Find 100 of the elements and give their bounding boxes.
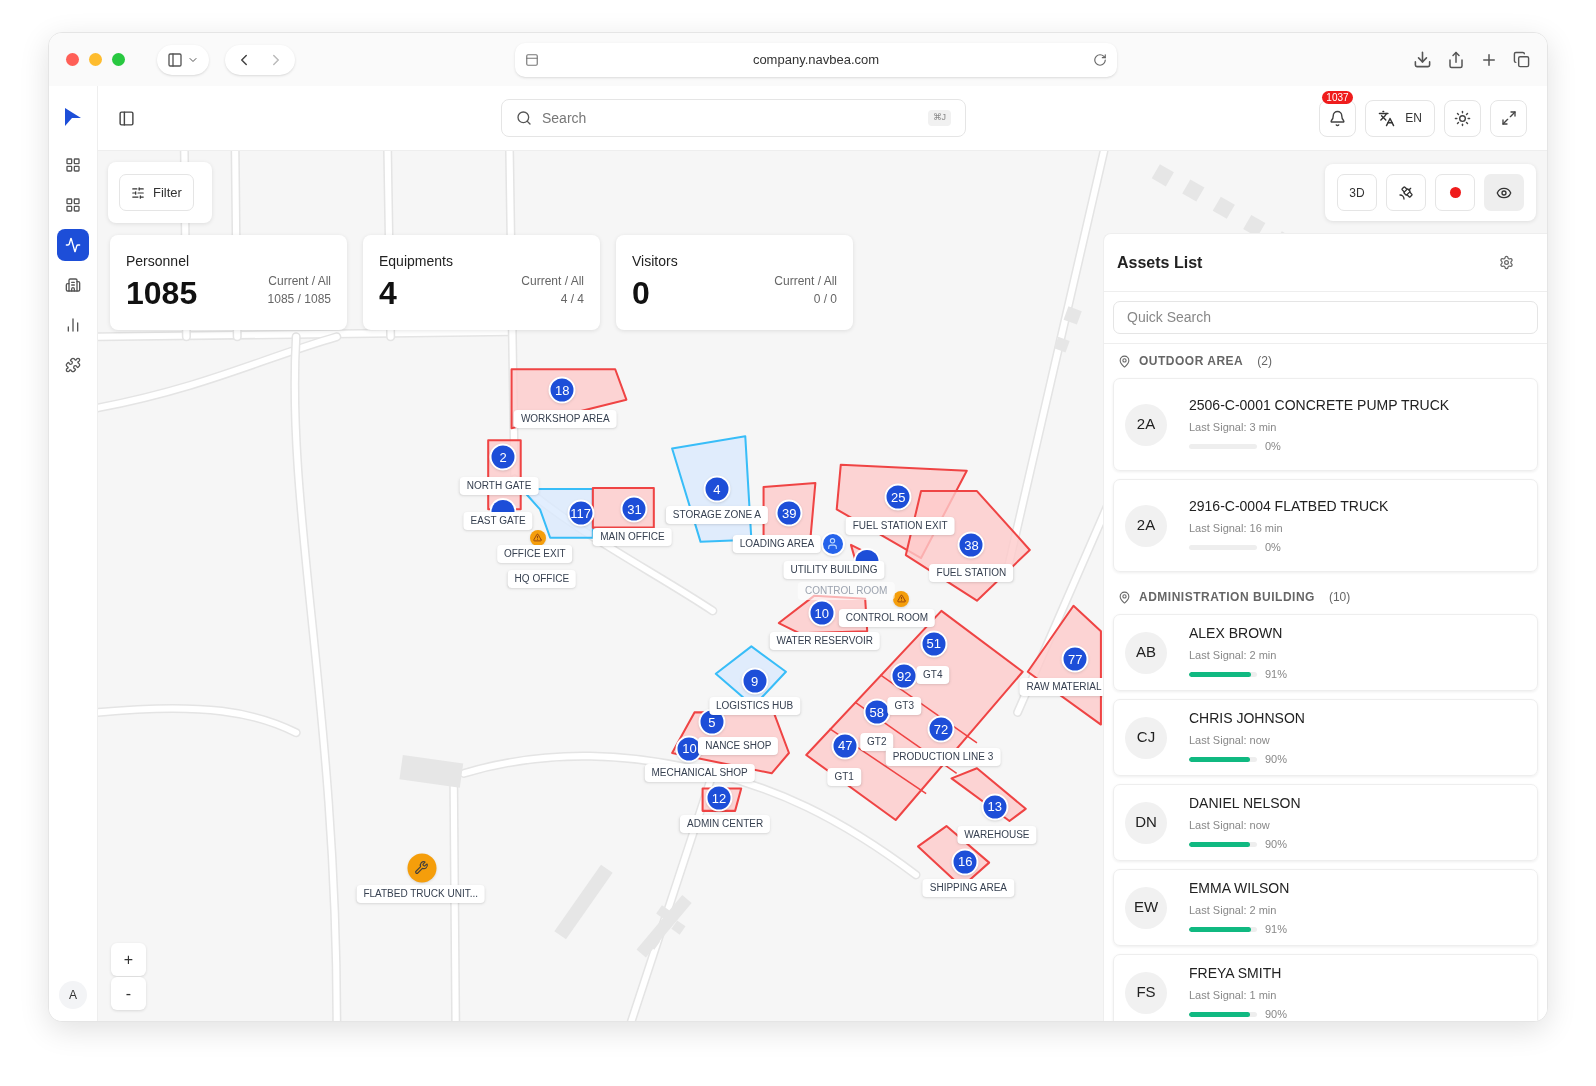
- asset-card[interactable]: 2A 2506-C-0001 CONCRETE PUMP TRUCK Last Signal: 3 min 0%: [1113, 378, 1538, 471]
- last-signal: Last Signal: 16 min: [1189, 520, 1284, 536]
- sidebar-toggle-button[interactable]: [157, 44, 209, 75]
- asset-avatar: AB: [1125, 631, 1167, 674]
- nav-icon: [65, 317, 81, 333]
- stat-ratio: 0 / 0: [813, 291, 837, 308]
- signal-percent: 90%: [1265, 752, 1288, 767]
- zone-label: GT1: [827, 768, 861, 787]
- sidebar-icon: [167, 51, 183, 68]
- map-control-button[interactable]: [1386, 174, 1426, 211]
- stat-value: 1085: [126, 274, 198, 312]
- asset-card[interactable]: 2A 2916-C-0004 FLATBED TRUCK Last Signal: 16 min 0%: [1113, 479, 1538, 572]
- signal-percent: 90%: [1265, 1007, 1288, 1021]
- nav-icon: [65, 357, 81, 373]
- search-placeholder: Search: [542, 108, 588, 128]
- group-count: (10): [1328, 589, 1351, 606]
- asset-name: CHRIS JOHNSON: [1189, 708, 1305, 728]
- url-text: company.navbea.com: [751, 50, 881, 69]
- sliders-icon: [131, 185, 145, 200]
- sun-icon: [1454, 109, 1471, 127]
- asset-name: FREYA SMITH: [1189, 963, 1283, 983]
- zone-label: WAREHOUSE: [957, 826, 1037, 845]
- asset-avatar: FS: [1125, 971, 1167, 1014]
- asset-avatar: 2A: [1125, 504, 1167, 547]
- wrench-icon: [414, 860, 429, 875]
- group-name: ADMINISTRATION BUILDING: [1139, 589, 1315, 606]
- asset-card[interactable]: DN DANIEL NELSON Last Signal: now 90%: [1113, 784, 1538, 861]
- asset-name: 2506-C-0001 CONCRETE PUMP TRUCK: [1189, 395, 1450, 415]
- asset-avatar: EW: [1125, 886, 1167, 929]
- panel-title: Assets List: [1117, 252, 1203, 273]
- asset-name: DANIEL NELSON: [1189, 793, 1301, 813]
- stat-title: Equipments: [379, 252, 454, 271]
- share-icon[interactable]: [1447, 50, 1465, 69]
- sidebar-toggle-icon[interactable]: [118, 109, 135, 127]
- warning-icon: [896, 594, 906, 604]
- search-field[interactable]: Search ⌘J: [501, 99, 966, 137]
- stat-title: Visitors: [632, 252, 679, 271]
- nav-icon: [65, 197, 81, 213]
- signal-percent: 0%: [1265, 540, 1281, 555]
- last-signal: Last Signal: 3 min: [1189, 419, 1278, 435]
- shortcut-hint: ⌘J: [927, 110, 951, 126]
- nav-icon: [65, 157, 81, 173]
- asset-name: 2916-C-0004 FLATBED TRUCK: [1189, 496, 1389, 516]
- filter-button[interactable]: Filter: [119, 174, 194, 211]
- tabs-icon[interactable]: [1513, 51, 1530, 68]
- quick-search-field[interactable]: Quick Search: [1113, 301, 1538, 334]
- asset-card[interactable]: FS FREYA SMITH Last Signal: 1 min 90%: [1113, 954, 1538, 1021]
- stat-caption: Current / All: [774, 273, 837, 290]
- asset-avatar: CJ: [1125, 716, 1167, 759]
- map-control-button[interactable]: [1435, 174, 1475, 211]
- stat-ratio: 1085 / 1085: [267, 291, 331, 308]
- zone-label: OFFICE EXIT: [496, 545, 573, 564]
- zoom-out-button[interactable]: -: [111, 977, 146, 1010]
- stat-caption: Current / All: [521, 273, 584, 290]
- map-control-button[interactable]: [1484, 174, 1524, 211]
- theme-button[interactable]: [1444, 99, 1481, 137]
- signal-percent: 91%: [1265, 667, 1288, 682]
- signal-percent: 91%: [1265, 922, 1288, 937]
- stat-value: 4: [379, 274, 397, 312]
- stat-value: 0: [632, 274, 650, 312]
- person-icon: [826, 537, 840, 551]
- stat-caption: Current / All: [268, 273, 331, 290]
- zone-label: UTILITY BUILDING: [783, 561, 885, 580]
- nav-item[interactable]: [57, 229, 89, 261]
- last-signal: Last Signal: now: [1189, 732, 1271, 748]
- translate-icon: [1378, 109, 1396, 127]
- close-window-button[interactable]: [66, 53, 79, 66]
- settings-icon[interactable]: [1499, 255, 1514, 270]
- satellite-icon: [1398, 184, 1414, 201]
- asset-card[interactable]: CJ CHRIS JOHNSON Last Signal: now 90%: [1113, 699, 1538, 776]
- stat-title: Personnel: [126, 252, 191, 271]
- zone-label: FUEL STATION: [929, 564, 1014, 583]
- logo-icon: [64, 107, 82, 127]
- reload-icon[interactable]: [1093, 52, 1107, 67]
- map-control-button[interactable]: 3D: [1337, 174, 1377, 211]
- download-icon[interactable]: [1413, 50, 1432, 69]
- last-signal: Last Signal: now: [1189, 817, 1271, 833]
- signal-percent: 90%: [1265, 837, 1288, 852]
- nav-icon: [65, 237, 81, 253]
- location-icon: [1118, 354, 1131, 368]
- group-name: OUTDOOR AREA: [1139, 353, 1244, 370]
- asset-name: EMMA WILSON: [1189, 878, 1290, 898]
- asset-card[interactable]: AB ALEX BROWN Last Signal: 2 min 91%: [1113, 614, 1538, 691]
- address-bar[interactable]: company.navbea.com: [515, 42, 1117, 77]
- zoom-in-button[interactable]: +: [111, 943, 146, 976]
- zone-label: CONTROL ROOM: [838, 609, 936, 628]
- fullscreen-button[interactable]: [1490, 99, 1527, 137]
- asset-card[interactable]: EW EMMA WILSON Last Signal: 2 min 91%: [1113, 869, 1538, 946]
- last-signal: Last Signal: 1 min: [1189, 987, 1278, 1003]
- location-icon: [1118, 590, 1131, 604]
- warning-icon: [533, 533, 543, 543]
- zone-label: STORAGE ZONE A: [665, 506, 768, 525]
- asset-name: ALEX BROWN: [1189, 623, 1284, 643]
- page-icon: [525, 52, 539, 67]
- nav-icon: [65, 277, 81, 293]
- language-button[interactable]: EN: [1365, 99, 1435, 137]
- user-avatar[interactable]: A: [59, 981, 87, 1009]
- record-icon: [1449, 187, 1461, 198]
- asset-avatar: 2A: [1125, 403, 1167, 446]
- zone-label: GT4: [916, 666, 950, 685]
